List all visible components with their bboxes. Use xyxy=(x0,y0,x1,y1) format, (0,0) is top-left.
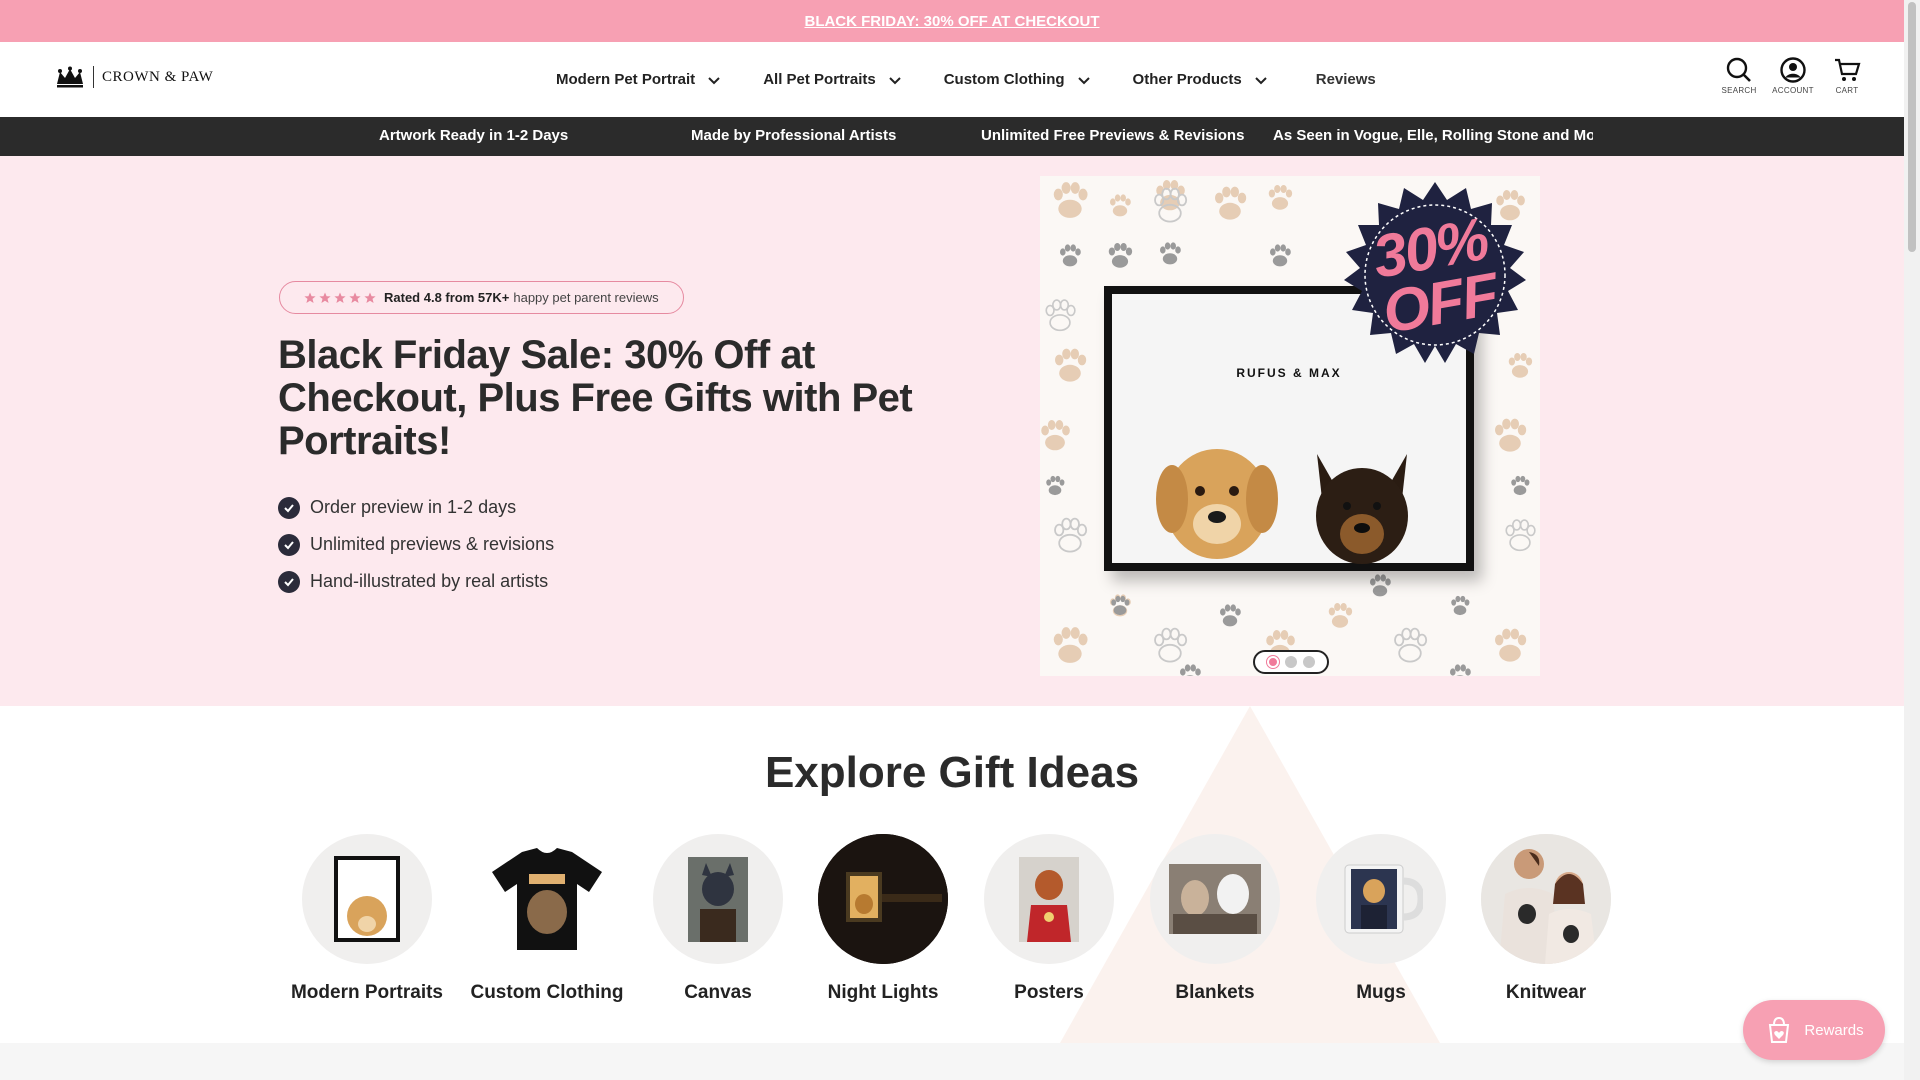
category-canvas[interactable]: Canvas xyxy=(633,834,803,1004)
star-icon xyxy=(319,292,331,303)
search-label: SEARCH xyxy=(1721,86,1757,95)
trust-item: Unlimited Free Previews & Revisions xyxy=(981,127,1245,144)
account-icon xyxy=(1780,57,1806,83)
main-nav: Modern Pet Portrait All Pet Portraits Cu… xyxy=(556,42,1418,117)
page-scrollbar[interactable] xyxy=(1904,0,1920,1080)
golden-retriever-illustration xyxy=(1156,449,1278,559)
nav-modern-pet-portrait[interactable]: Modern Pet Portrait xyxy=(556,71,721,88)
carousel-dot[interactable] xyxy=(1285,656,1297,668)
check-icon xyxy=(278,533,300,556)
category-label: Canvas xyxy=(684,982,752,1003)
star-icon xyxy=(349,292,361,303)
mug-icon xyxy=(1316,834,1446,964)
logo-wordmark: CROWN & PAW xyxy=(102,68,214,85)
category-custom-clothing[interactable]: Custom Clothing xyxy=(462,834,632,1004)
category-label: Knitwear xyxy=(1505,982,1587,1003)
carousel-dot[interactable] xyxy=(1267,656,1279,668)
nav-label: Reviews xyxy=(1315,71,1376,88)
trust-item: As Seen in Vogue, Elle, Rolling Stone an… xyxy=(1273,127,1593,144)
cart-button[interactable]: CART xyxy=(1830,56,1864,95)
logo[interactable]: CROWN & PAW xyxy=(55,66,213,88)
logo-divider xyxy=(93,66,94,88)
trust-item: Artwork Ready in 1-2 Days xyxy=(379,127,569,144)
category-night-lights[interactable]: Night Lights xyxy=(798,834,968,1004)
chevron-down-icon xyxy=(889,76,901,84)
knitwear-icon xyxy=(1481,834,1611,964)
category-label: Posters xyxy=(1014,982,1084,1003)
tshirt-icon xyxy=(482,834,612,964)
category-label: Mugs xyxy=(1356,982,1406,1003)
bullet-item: Hand-illustrated by real artists xyxy=(278,563,554,600)
poster-icon xyxy=(984,834,1114,964)
header-actions: SEARCH ACCOUNT CART xyxy=(1721,56,1864,95)
shopping-bag-heart-icon xyxy=(1769,1016,1790,1043)
account-button[interactable]: ACCOUNT xyxy=(1772,56,1814,95)
carousel-dot[interactable] xyxy=(1303,656,1315,668)
search-icon xyxy=(1726,57,1751,82)
chevron-down-icon xyxy=(1077,76,1090,84)
nav-reviews[interactable]: Reviews xyxy=(1316,71,1376,88)
bullet-text: Hand-illustrated by real artists xyxy=(310,571,549,591)
hero-section: Rated 4.8 from 57K+ happy pet parent rev… xyxy=(0,156,1904,706)
crown-icon xyxy=(57,66,83,88)
account-label: ACCOUNT xyxy=(1772,86,1814,95)
bullet-text: Unlimited previews & revisions xyxy=(310,534,555,554)
carousel-dots xyxy=(1253,650,1329,674)
star-icon xyxy=(304,292,316,303)
nav-other-products[interactable]: Other Products xyxy=(1133,71,1268,88)
rating-pill: Rated 4.8 from 57K+ happy pet parent rev… xyxy=(279,281,684,314)
nav-label: Custom Clothing xyxy=(943,71,1065,88)
explore-title: Explore Gift Ideas xyxy=(764,748,1140,797)
nav-label: Modern Pet Portrait xyxy=(556,71,696,88)
rewards-label: Rewards xyxy=(1804,1021,1864,1039)
site-header: CROWN & PAW Modern Pet Portrait All Pet … xyxy=(0,42,1904,117)
hero-product-image[interactable]: RUFUS & MAX 30% OFF xyxy=(1040,176,1540,676)
trust-item: Made by Professional Artists xyxy=(691,127,897,144)
canvas-portrait-icon xyxy=(653,834,783,964)
announcement-link[interactable]: BLACK FRIDAY: 30% OFF AT CHECKOUT xyxy=(804,13,1099,30)
explore-section: Explore Gift Ideas Modern Portraits Cust… xyxy=(0,706,1904,1043)
black-dog-illustration xyxy=(1316,454,1408,564)
star-icon xyxy=(334,292,346,303)
nav-label: All Pet Portraits xyxy=(763,71,876,88)
announcement-bar: BLACK FRIDAY: 30% OFF AT CHECKOUT xyxy=(0,0,1904,42)
night-light-icon xyxy=(818,834,948,964)
check-icon xyxy=(278,496,300,519)
chevron-down-icon xyxy=(708,76,720,84)
rating-strong-text: Rated 4.8 from 57K+ xyxy=(384,290,510,305)
bullet-item: Unlimited previews & revisions xyxy=(278,526,554,563)
rating-stars xyxy=(304,292,376,304)
check-icon xyxy=(278,570,300,593)
hero-title: Black Friday Sale: 30% Off at Checkout, … xyxy=(278,333,913,463)
blanket-icon xyxy=(1150,834,1280,964)
scrollbar-thumb[interactable] xyxy=(1908,2,1916,252)
next-section-edge xyxy=(0,1043,1904,1080)
category-knitwear[interactable]: Knitwear xyxy=(1461,834,1631,1004)
nav-label: Other Products xyxy=(1132,71,1242,88)
bullet-text: Order preview in 1-2 days xyxy=(310,497,517,517)
rewards-button[interactable]: Rewards xyxy=(1743,1000,1885,1060)
nav-custom-clothing[interactable]: Custom Clothing xyxy=(944,71,1091,88)
category-label: Blankets xyxy=(1175,982,1255,1003)
framed-portrait-icon xyxy=(302,834,432,964)
hero-bullets: Order preview in 1-2 days Unlimited prev… xyxy=(278,489,554,600)
chevron-down-icon xyxy=(1255,76,1267,84)
cart-label: CART xyxy=(1835,86,1859,95)
category-label: Modern Portraits xyxy=(290,982,444,1003)
bullet-item: Order preview in 1-2 days xyxy=(278,489,554,526)
category-blankets[interactable]: Blankets xyxy=(1130,834,1300,1004)
star-icon xyxy=(364,292,376,303)
category-label: Custom Clothing xyxy=(470,982,624,1003)
cart-icon xyxy=(1835,58,1861,81)
search-button[interactable]: SEARCH xyxy=(1721,56,1757,95)
category-posters[interactable]: Posters xyxy=(964,834,1134,1004)
category-modern-portraits[interactable]: Modern Portraits xyxy=(282,834,452,1004)
nav-all-pet-portraits[interactable]: All Pet Portraits xyxy=(763,71,902,88)
category-label: Night Lights xyxy=(827,982,939,1003)
category-mugs[interactable]: Mugs xyxy=(1296,834,1466,1004)
trust-bar: Artwork Ready in 1-2 Days Made by Profes… xyxy=(0,117,1904,156)
rating-light-text: happy pet parent reviews xyxy=(513,290,659,305)
